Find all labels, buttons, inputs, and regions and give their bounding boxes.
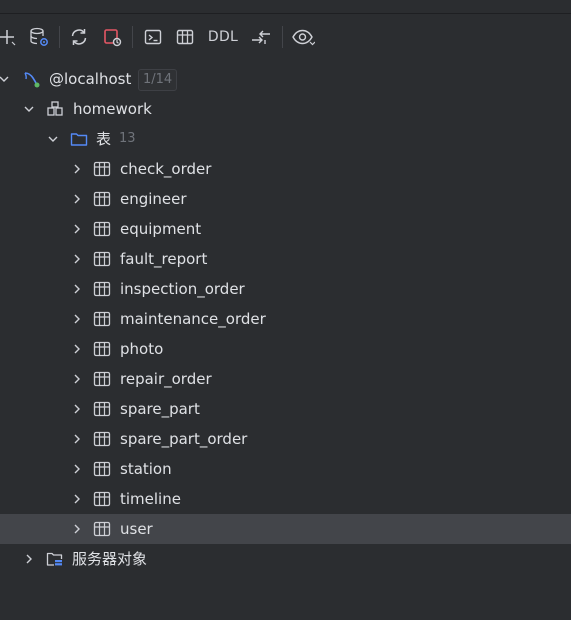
table-icon [93,461,111,477]
table-name-label: station [120,460,172,478]
connection-label: @localhost [49,70,132,88]
tree-node-table[interactable]: fault_report [0,244,571,274]
table-icon [93,191,111,207]
view-options-eye-icon[interactable] [290,22,316,52]
table-icon [93,491,111,507]
table-name-label: spare_part_order [120,430,248,448]
ddl-label: DDL [207,29,239,45]
tree-node-table[interactable]: inspection_order [0,274,571,304]
data-source-properties-icon[interactable] [26,22,52,52]
compare-icon[interactable] [247,22,275,52]
table-icon [93,221,111,237]
folder-icon [70,133,88,146]
chevron-right-icon[interactable] [70,462,84,476]
table-name-label: timeline [120,490,181,508]
table-name-label: engineer [120,190,187,208]
tree-node-table[interactable]: photo [0,334,571,364]
schema-icon [47,101,63,116]
chevron-right-icon[interactable] [70,492,84,506]
tree-node-schema[interactable]: homework [0,94,571,124]
refresh-icon[interactable] [66,22,92,52]
table-name-label: inspection_order [120,280,245,298]
table-name-label: fault_report [120,250,208,268]
table-icon [93,281,111,297]
chevron-down-icon[interactable] [0,72,11,86]
tree-node-connection[interactable]: @localhost 1/14 [0,64,571,94]
table-name-label: user [120,520,153,538]
tree-node-table[interactable]: spare_part [0,394,571,424]
server-objects-label: 服务器对象 [72,550,148,568]
table-name-label: equipment [120,220,202,238]
chevron-right-icon[interactable] [70,432,84,446]
stop-refresh-icon[interactable] [99,22,125,52]
table-icon [93,431,111,447]
tree-node-table[interactable]: check_order [0,154,571,184]
table-icon [93,311,111,327]
tree-node-table[interactable]: equipment [0,214,571,244]
table-name-label: photo [120,340,164,358]
chevron-right-icon[interactable] [70,372,84,386]
chevron-right-icon[interactable] [70,252,84,266]
tree-node-table[interactable]: engineer [0,184,571,214]
top-divider [0,13,571,14]
table-editor-icon[interactable] [172,22,198,52]
table-icon [93,521,111,537]
table-icon [93,341,111,357]
table-name-label: check_order [120,160,212,178]
chevron-right-icon[interactable] [70,312,84,326]
server-objects-folder-icon [46,552,63,567]
table-icon [93,161,111,177]
connection-schema-count-badge[interactable]: 1/14 [138,69,178,91]
table-icon [93,401,111,417]
chevron-down-icon[interactable] [22,102,36,116]
chevron-right-icon[interactable] [70,282,84,296]
ddl-button[interactable]: DDL [204,22,242,52]
toolbar-separator [282,26,283,48]
tables-count: 13 [119,131,136,146]
chevron-right-icon[interactable] [70,402,84,416]
tree-node-server-objects[interactable]: 服务器对象 [0,544,571,574]
table-name-label: spare_part [120,400,200,418]
toolbar-separator [59,26,60,48]
chevron-right-icon[interactable] [70,222,84,236]
chevron-right-icon[interactable] [70,522,84,536]
chevron-right-icon[interactable] [70,342,84,356]
tree-node-tables-folder[interactable]: 表 13 [0,124,571,154]
toolbar: DDL [0,22,571,52]
tree-node-table[interactable]: station [0,454,571,484]
table-name-label: maintenance_order [120,310,266,328]
tree-node-table[interactable]: repair_order [0,364,571,394]
chevron-right-icon[interactable] [70,162,84,176]
table-icon [93,251,111,267]
tree-node-table[interactable]: user [0,514,571,544]
tables-folder-label: 表 [96,130,112,148]
tree-node-table[interactable]: timeline [0,484,571,514]
tree-node-table[interactable]: spare_part_order [0,424,571,454]
table-name-label: repair_order [120,370,212,388]
toolbar-separator [132,26,133,48]
mysql-dolphin-icon [24,72,40,88]
table-icon [93,371,111,387]
tree-node-table[interactable]: maintenance_order [0,304,571,334]
chevron-down-icon[interactable] [46,132,60,146]
chevron-right-icon[interactable] [22,552,36,566]
jump-to-console-icon[interactable] [140,22,166,52]
add-icon[interactable] [0,22,18,52]
schema-label: homework [73,100,152,118]
chevron-right-icon[interactable] [70,192,84,206]
